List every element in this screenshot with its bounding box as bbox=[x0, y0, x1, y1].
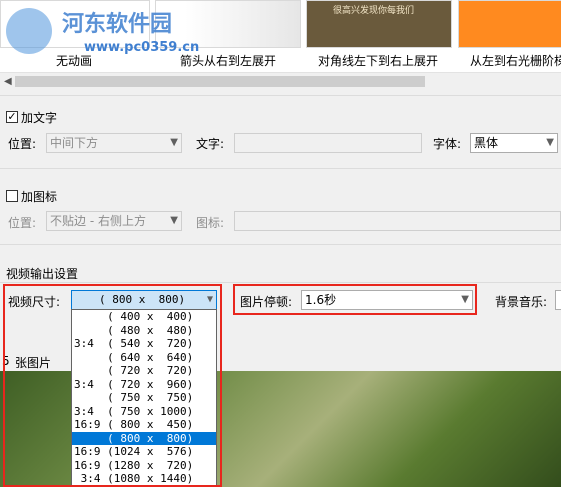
check-icon: ✓ bbox=[7, 110, 17, 123]
add-icon-checkbox[interactable] bbox=[6, 190, 18, 202]
size-highlight-box bbox=[3, 284, 222, 487]
icon-position-label: 位置: bbox=[8, 216, 37, 230]
divider bbox=[0, 244, 561, 245]
font-value: 黑体 bbox=[474, 136, 499, 150]
icon-position-value: 不贴边 - 右侧上方 bbox=[50, 214, 146, 228]
background-music-select[interactable] bbox=[555, 290, 561, 310]
icon-position-select[interactable]: 不贴边 - 右侧上方 ▼ bbox=[46, 211, 182, 231]
video-output-title: 视频输出设置 bbox=[6, 267, 79, 281]
font-select[interactable]: 黑体 ▼ bbox=[470, 133, 558, 153]
scroll-left-icon[interactable]: ◀ bbox=[4, 73, 12, 90]
divider bbox=[0, 168, 561, 169]
add-text-label: 加文字 bbox=[21, 111, 58, 125]
thumbnail-label: 从左到右光栅阶梯 bbox=[470, 54, 561, 68]
thumbnail-raster-steps[interactable] bbox=[458, 0, 561, 48]
add-text-checkbox[interactable]: ✓ bbox=[6, 111, 18, 123]
chevron-down-icon: ▼ bbox=[170, 215, 178, 226]
text-content-input[interactable] bbox=[234, 133, 422, 153]
pause-highlight-box bbox=[233, 284, 477, 315]
background-music-label: 背景音乐: bbox=[495, 295, 548, 309]
scrollbar-thumb[interactable] bbox=[15, 76, 425, 87]
thumbnail-label: 对角线左下到右上展开 bbox=[318, 54, 439, 68]
text-content-label: 文字: bbox=[196, 137, 225, 151]
text-position-value: 中间下方 bbox=[50, 136, 99, 150]
text-position-select[interactable]: 中间下方 ▼ bbox=[46, 133, 182, 153]
thumbnail-diagonal[interactable]: 很高兴发现你每我们 bbox=[306, 0, 452, 48]
watermark-text: 河东软件园 bbox=[62, 11, 173, 37]
icon-file-label: 图标: bbox=[196, 216, 225, 230]
add-icon-label: 加图标 bbox=[21, 190, 58, 204]
font-label: 字体: bbox=[433, 137, 462, 151]
horizontal-scrollbar[interactable]: ◀ bbox=[0, 72, 561, 89]
thumbnail-image-text: 很高兴发现你每我们 bbox=[333, 6, 415, 16]
transition-thumbnail-strip: 很高兴发现你每我们 无动画 箭头从右到左展开 对角线左下到右上展开 从左到右光栅… bbox=[0, 0, 561, 72]
divider bbox=[0, 282, 561, 283]
watermark-logo-icon bbox=[6, 8, 52, 54]
chevron-down-icon: ▼ bbox=[546, 137, 554, 148]
chevron-down-icon: ▼ bbox=[170, 137, 178, 148]
icon-file-input[interactable] bbox=[234, 211, 561, 231]
text-position-label: 位置: bbox=[8, 137, 37, 151]
divider bbox=[0, 95, 561, 96]
watermark-url: www.pc0359.cn bbox=[84, 40, 200, 55]
